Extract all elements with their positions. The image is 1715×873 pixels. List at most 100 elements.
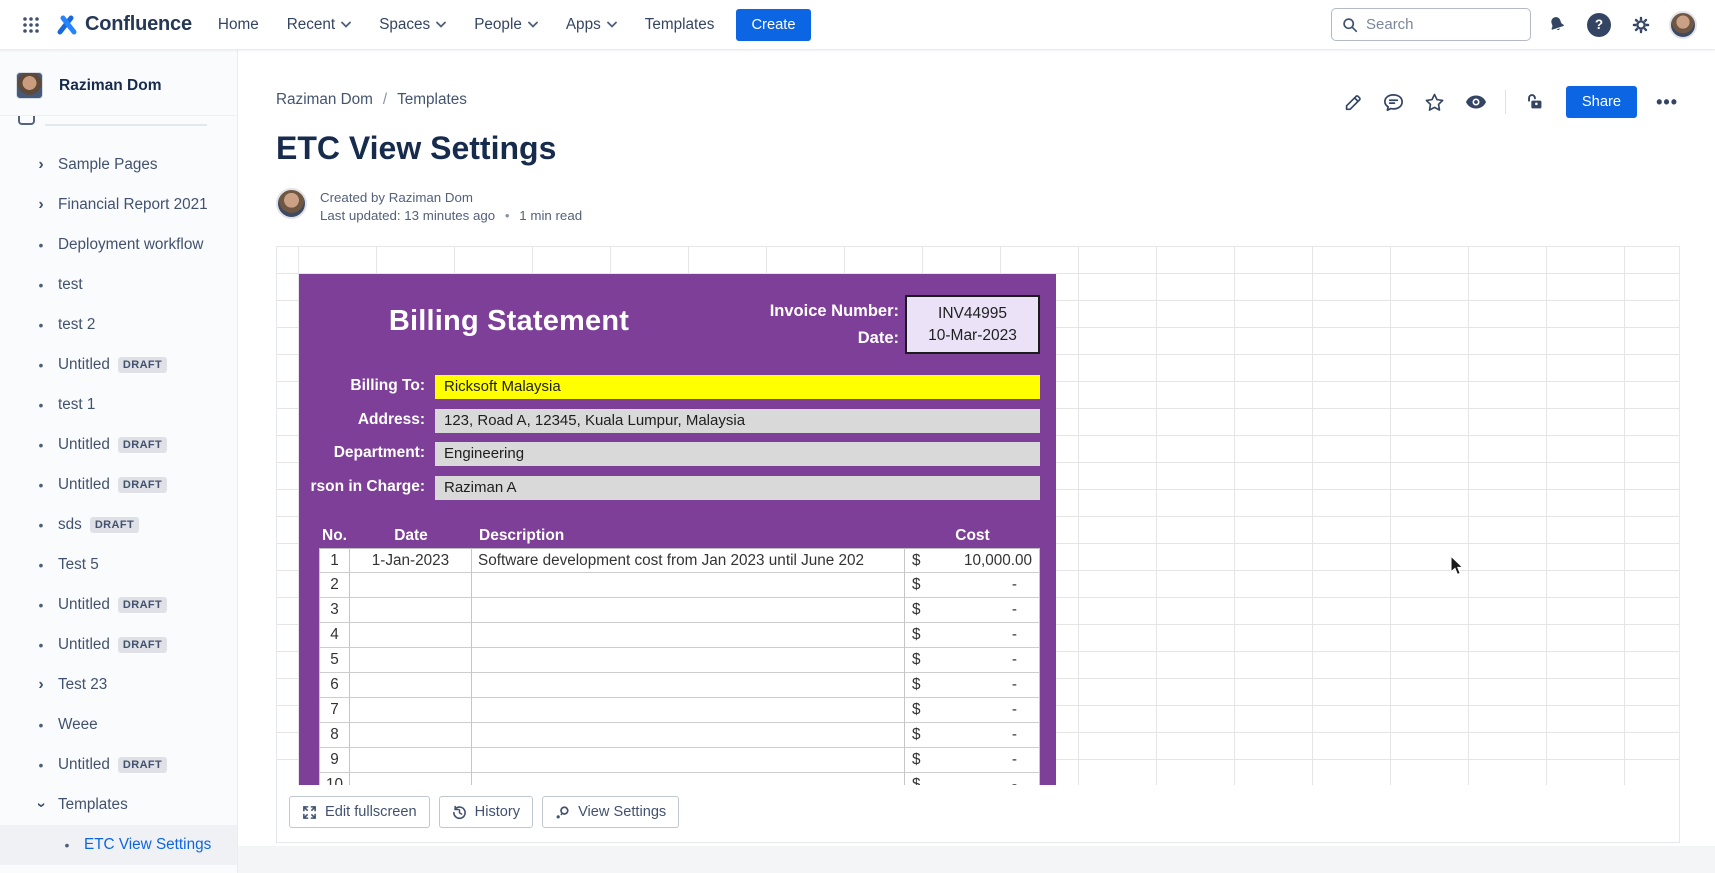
comments-button[interactable]: [1382, 90, 1406, 114]
nav-menu-item[interactable]: Home: [218, 16, 259, 34]
cell-description: [472, 648, 905, 673]
sidebar-page-item[interactable]: • Deployment workflow: [0, 225, 237, 265]
sidebar-page-item[interactable]: • sds DRAFT: [0, 505, 237, 545]
cell-cost: $ -: [905, 573, 1040, 598]
tree-item-icon: ›: [33, 677, 49, 693]
page-toolbar: Share •••: [1341, 86, 1680, 118]
tree-item-label: Test 23: [58, 676, 107, 694]
breadcrumb-parent-link[interactable]: Templates: [397, 91, 467, 109]
favorite-button[interactable]: [1423, 90, 1447, 114]
cell-cost: $ -: [905, 648, 1040, 673]
sheet-title: Billing Statement: [359, 305, 659, 338]
sidebar-page-item[interactable]: • Untitled DRAFT: [0, 345, 237, 385]
more-actions-button[interactable]: •••: [1654, 92, 1680, 113]
search-input[interactable]: [1366, 16, 1506, 33]
space-avatar: [16, 72, 43, 99]
sidebar-page-item[interactable]: • Untitled DRAFT: [0, 585, 237, 625]
sidebar-page-item[interactable]: • Untitled DRAFT: [0, 465, 237, 505]
table-row: 10 $ -: [319, 773, 1040, 785]
cost-amount: 10,000.00: [964, 549, 1039, 572]
billing-sheet: Billing Statement Invoice Number: Date: …: [299, 274, 1056, 785]
space-header[interactable]: Raziman Dom: [0, 50, 237, 115]
tree-item-icon: •: [33, 518, 49, 532]
col-header-date: Date: [350, 527, 472, 545]
sidebar-page-item[interactable]: • Weee: [0, 705, 237, 745]
draft-badge: DRAFT: [90, 517, 139, 533]
chevron-down-icon: [341, 21, 351, 28]
tree-item-label: Test 5: [58, 556, 99, 574]
fullscreen-icon: [302, 805, 317, 820]
table-row: 2 $ -: [319, 573, 1040, 598]
help-icon: ?: [1587, 13, 1611, 37]
search-box[interactable]: [1331, 8, 1531, 41]
nav-menu-item[interactable]: Spaces: [379, 16, 446, 34]
pencil-icon: [1342, 91, 1364, 113]
cell-no: 2: [319, 573, 350, 598]
nav-menu-item[interactable]: Apps: [566, 16, 617, 34]
view-settings-button[interactable]: View Settings: [542, 796, 679, 828]
sidebar-page-item[interactable]: • Untitled DRAFT: [0, 425, 237, 465]
tree-item-label: Deployment workflow: [58, 236, 203, 254]
cell-date: [350, 598, 472, 623]
nav-menu: Home Recent Spaces People: [218, 16, 715, 34]
notifications-button[interactable]: [1541, 9, 1573, 41]
edit-fullscreen-button[interactable]: Edit fullscreen: [289, 796, 430, 828]
cell-no: 6: [319, 673, 350, 698]
sidebar-page-item[interactable]: › Financial Report 2021: [0, 185, 237, 225]
user-avatar[interactable]: [1669, 11, 1697, 39]
cell-no: 5: [319, 648, 350, 673]
breadcrumb-space-link[interactable]: Raziman Dom: [276, 91, 373, 109]
form-value: Engineering: [435, 442, 1040, 466]
app-switcher-button[interactable]: [16, 10, 46, 40]
cell-date: [350, 573, 472, 598]
cell-description: [472, 723, 905, 748]
form-label: rson in Charge:: [299, 478, 425, 496]
history-button[interactable]: History: [439, 796, 533, 828]
sidebar-page-item[interactable]: • test 1: [0, 385, 237, 425]
space-name: Raziman Dom: [59, 77, 162, 95]
sidebar-page-item[interactable]: • test 2: [0, 305, 237, 345]
watch-button[interactable]: [1464, 90, 1488, 114]
nav-menu-item[interactable]: Recent: [287, 16, 351, 34]
sidebar-page-item[interactable]: • Untitled DRAFT: [0, 745, 237, 785]
tree-item-label: Templates: [58, 796, 128, 814]
tree-item-label: Untitled: [58, 596, 110, 614]
last-updated[interactable]: Last updated: 13 minutes ago: [320, 208, 495, 223]
nav-menu-item[interactable]: People: [474, 16, 538, 34]
col-header-cost: Cost: [905, 527, 1040, 545]
currency-symbol: $: [905, 549, 921, 572]
cost-amount: -: [1012, 773, 1039, 785]
cell-date: [350, 698, 472, 723]
edit-button[interactable]: [1341, 90, 1365, 114]
share-button[interactable]: Share: [1566, 86, 1637, 118]
sidebar-page-item[interactable]: › Sample Pages: [0, 145, 237, 185]
tree-item-label: ETC View Settings: [84, 836, 211, 854]
sidebar-page-item[interactable]: • test: [0, 265, 237, 305]
cell-no: 10: [319, 773, 350, 785]
sidebar-page-item[interactable]: • ETC View Settings: [0, 825, 237, 865]
author-avatar[interactable]: [276, 188, 307, 219]
toolbar-divider: [1505, 90, 1506, 114]
settings-button[interactable]: [1625, 9, 1657, 41]
tree-item-label: Untitled: [58, 356, 110, 374]
cell-no: 1: [319, 548, 350, 573]
cell-description: [472, 623, 905, 648]
confluence-logo[interactable]: Confluence: [56, 13, 192, 36]
nav-menu-item[interactable]: Templates: [645, 16, 715, 34]
main-content: Raziman Dom / Templates: [238, 50, 1715, 873]
currency-symbol: $: [905, 623, 921, 647]
help-button[interactable]: ?: [1583, 9, 1615, 41]
sidebar-page-item[interactable]: › Test 23: [0, 665, 237, 705]
sidebar-page-item[interactable]: › Templates: [0, 785, 237, 825]
sidebar-page-item[interactable]: • Test 5: [0, 545, 237, 585]
cell-description: [472, 573, 905, 598]
create-button[interactable]: Create: [736, 9, 810, 41]
tree-item-icon: •: [33, 438, 49, 452]
form-label: Address:: [299, 411, 425, 429]
gear-icon: [1630, 14, 1652, 36]
tree-item-icon: •: [33, 398, 49, 412]
cell-description: Software development cost from Jan 2023 …: [472, 548, 905, 573]
restrictions-button[interactable]: [1523, 90, 1547, 114]
form-row: Address: 123, Road A, 12345, Kuala Lumpu…: [299, 409, 1056, 433]
sidebar-page-item[interactable]: • Untitled DRAFT: [0, 625, 237, 665]
